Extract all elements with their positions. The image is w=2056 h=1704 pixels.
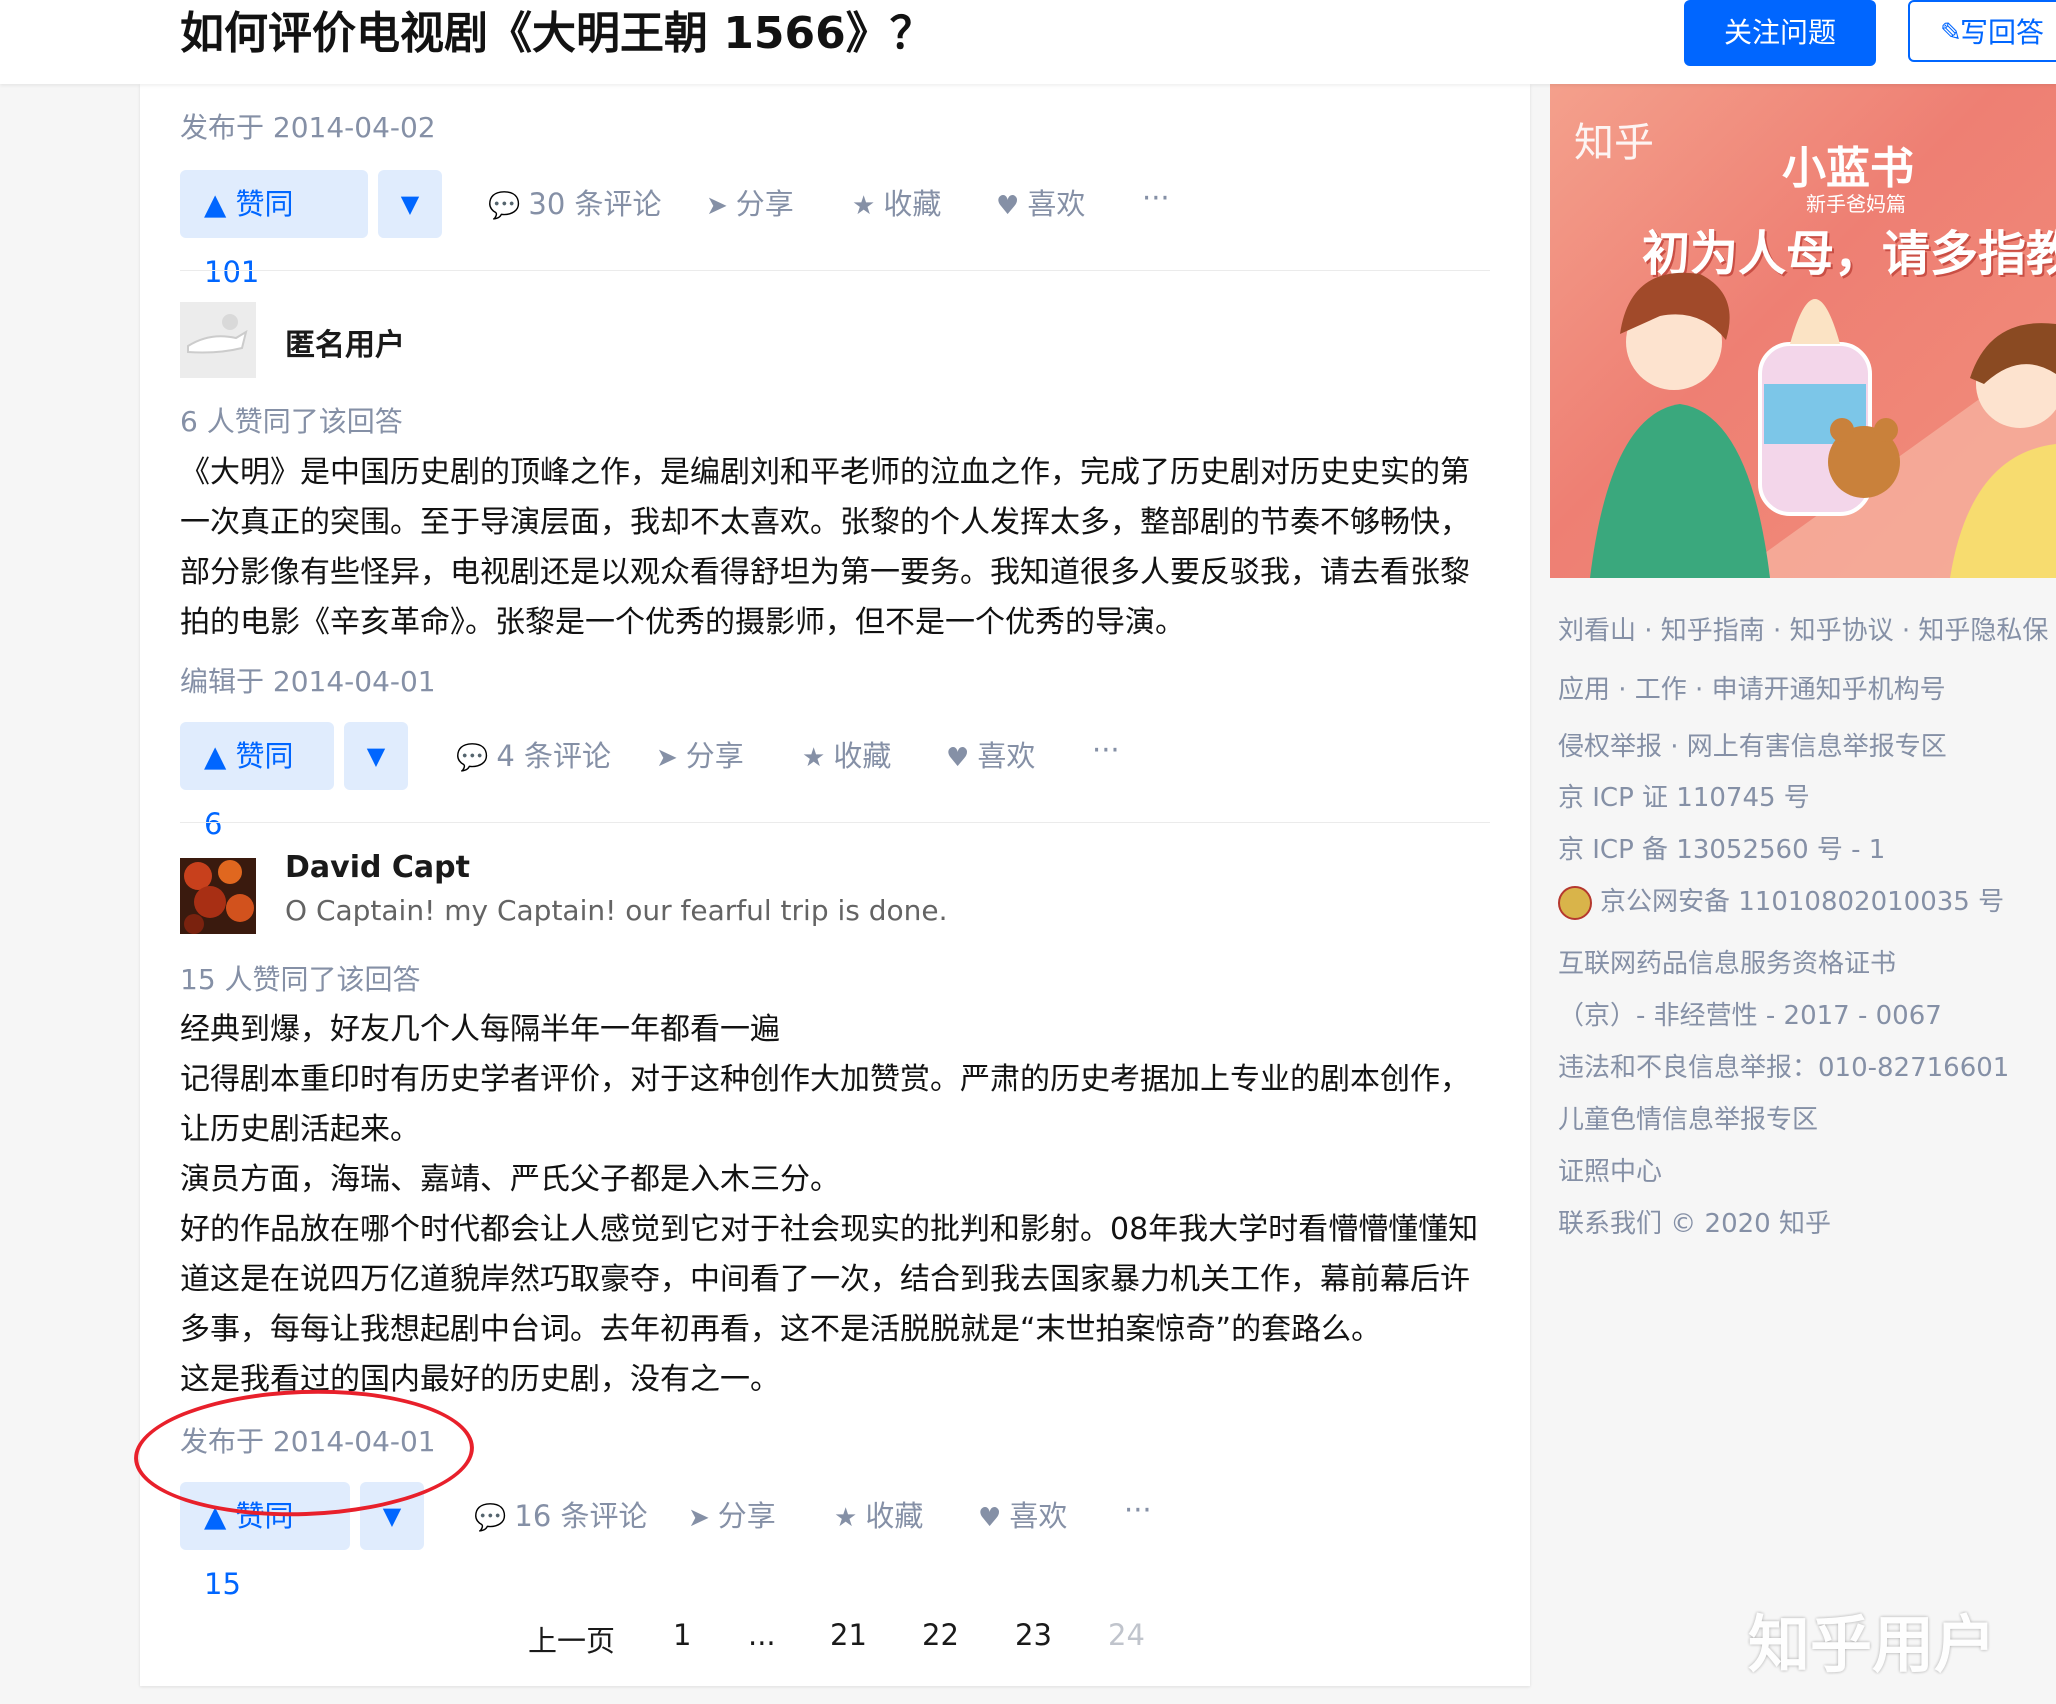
- avatar[interactable]: [180, 302, 256, 378]
- ad-illustration: [1590, 272, 2056, 578]
- like-button[interactable]: ♥ 喜欢: [996, 170, 1085, 240]
- star-icon: ★: [802, 743, 826, 773]
- edit-date[interactable]: 编辑于 2014-04-01: [180, 660, 436, 700]
- paragraph: 多事，每每让我想起剧中台词。去年初再看，这不是活脱脱就是“末世拍案惊奇”的套路么…: [180, 1312, 1382, 1347]
- more-button[interactable]: ···: [1124, 1476, 1152, 1544]
- write-answer-button[interactable]: ✎ 写回答: [1908, 0, 2056, 62]
- comments-button[interactable]: 💬 16 条评论: [474, 1482, 648, 1552]
- divider: [180, 822, 1490, 823]
- like-button[interactable]: ♥ 喜欢: [978, 1482, 1067, 1552]
- divider: [180, 270, 1490, 271]
- police-record[interactable]: 京公网安备 11010802010035 号: [1558, 881, 2004, 920]
- pagination-page[interactable]: 22: [922, 1618, 959, 1652]
- upvote-button[interactable]: ▲ 赞同 6: [180, 722, 334, 841]
- collect-button[interactable]: ★ 收藏: [802, 722, 891, 792]
- heart-icon: ♥: [946, 743, 970, 773]
- more-button[interactable]: ···: [1142, 164, 1170, 232]
- pagination-page[interactable]: 23: [1015, 1618, 1052, 1652]
- downvote-button[interactable]: ▼: [378, 170, 442, 238]
- footer-links-row[interactable]: 刘看山 · 知乎指南 · 知乎协议 · 知乎隐私保: [1558, 610, 2048, 647]
- star-icon: ★: [852, 191, 876, 221]
- answer-list: 发布于 2014-04-02 ▲ 赞同 101 ▼ 💬 30 条评论 ➤ 分享 ★ 收…: [140, 84, 1530, 1686]
- police-badge-icon: [1558, 885, 1592, 920]
- ad-banner[interactable]: 知乎 小蓝书 新手爸妈篇 初为人母，请多指教: [1550, 84, 2056, 578]
- paragraph: 《大明》是中国历史剧的顶峰之作，是编剧刘和平老师的泣血之作，完成了历史剧对历史史…: [180, 455, 1470, 490]
- answer-content: 经典到爆，好友几个人每隔半年一年都看一遍 记得剧本重印时有历史学者评价，对于这种…: [180, 1005, 1490, 1405]
- drug-license-number: （京）- 非经营性 - 2017 - 0067: [1558, 1001, 1942, 1031]
- autumn-leaves-avatar-icon: [180, 858, 256, 934]
- downvote-button[interactable]: ▼: [360, 1482, 424, 1550]
- upvote-button[interactable]: ▲ 赞同 15: [180, 1482, 350, 1601]
- paragraph: 部分影像有些怪异，电视剧还是以观众看得舒坦为第一要务。我知道很多人要反驳我，请去…: [180, 555, 1470, 590]
- pagination-page[interactable]: 21: [830, 1618, 867, 1652]
- anonymous-avatar-icon: [180, 302, 256, 378]
- paragraph: 好的作品放在哪个时代都会让人感觉到它对于社会现实的批判和影射。08年我大学时看懵…: [180, 1212, 1479, 1247]
- paragraph: 演员方面，海瑞、嘉靖、严氏父子都是入木三分。: [180, 1162, 840, 1197]
- paragraph: 拍的电影《辛亥革命》。张黎是一个优秀的摄影师，但不是一个优秀的导演。: [180, 605, 1185, 640]
- share-icon: ➤: [656, 743, 678, 773]
- upvote-label: 赞同 101: [204, 187, 294, 289]
- child-report-link[interactable]: 儿童色情信息举报专区: [1558, 1099, 1818, 1136]
- pagination-current-page: 24: [1108, 1618, 1145, 1652]
- downvote-button[interactable]: ▼: [344, 722, 408, 790]
- paragraph: 经典到爆，好友几个人每隔半年一年都看一遍: [180, 1012, 780, 1047]
- paragraph: 一次真正的突围。至于导演层面，我却不太喜欢。张黎的个人发挥太多，整部剧的节奏不够…: [180, 505, 1470, 540]
- share-icon: ➤: [688, 1503, 710, 1533]
- follow-question-button[interactable]: 关注问题: [1684, 0, 1876, 66]
- answer-content: 《大明》是中国历史剧的顶峰之作，是编剧刘和平老师的泣血之作，完成了历史剧对历史史…: [180, 448, 1490, 648]
- write-answer-label: 写回答: [1960, 16, 2045, 49]
- upvote-label: 赞同 6: [204, 739, 294, 841]
- comments-button[interactable]: 💬 30 条评论: [488, 170, 662, 240]
- upvote-label: 赞同 15: [204, 1499, 294, 1601]
- publish-date[interactable]: 发布于 2014-04-02: [180, 106, 436, 146]
- author-bio: O Captain! my Captain! our fearful trip …: [285, 894, 948, 927]
- upvote-button[interactable]: ▲ 赞同 101: [180, 170, 368, 289]
- share-button[interactable]: ➤ 分享: [656, 722, 744, 792]
- contact-link[interactable]: 联系我们 © 2020 知乎: [1558, 1203, 1831, 1240]
- footer-links-row[interactable]: 应用 · 工作 · 申请开通知乎机构号: [1558, 669, 1946, 706]
- comment-icon: 💬: [456, 743, 489, 773]
- author-name[interactable]: David Capt: [285, 850, 470, 885]
- share-button[interactable]: ➤ 分享: [688, 1482, 776, 1552]
- question-title[interactable]: 如何评价电视剧《大明王朝 1566》？: [180, 4, 934, 64]
- icp-record[interactable]: 京 ICP 备 13052560 号 - 1: [1558, 829, 1885, 866]
- pagination-page[interactable]: 1: [673, 1618, 691, 1652]
- share-button[interactable]: ➤ 分享: [706, 170, 794, 240]
- comments-button[interactable]: 💬 4 条评论: [456, 722, 611, 792]
- upvote-count: 15 人赞同了该回答: [180, 963, 421, 996]
- star-icon: ★: [834, 1503, 858, 1533]
- paragraph: 这是我看过的国内最好的历史剧，没有之一。: [180, 1362, 780, 1397]
- drug-license-link[interactable]: 互联网药品信息服务资格证书: [1558, 943, 1896, 980]
- avatar[interactable]: [180, 858, 256, 934]
- heart-icon: ♥: [996, 191, 1020, 221]
- illegal-report-hotline[interactable]: 违法和不良信息举报：010-82716601: [1558, 1047, 2009, 1084]
- paragraph: 道这是在说四万亿道貌岸然巧取豪夺，中间看了一次，结合到我去国家暴力机关工作，幕前…: [180, 1262, 1470, 1297]
- author-name[interactable]: 匿名用户: [285, 320, 405, 364]
- more-button[interactable]: ···: [1092, 716, 1120, 784]
- pagination-prev[interactable]: 上一页: [528, 1618, 615, 1660]
- comment-icon: 💬: [474, 1503, 507, 1533]
- report-link[interactable]: 侵权举报 · 网上有害信息举报专区: [1558, 726, 1947, 763]
- pagination-ellipsis: ...: [748, 1618, 776, 1652]
- comment-icon: 💬: [488, 191, 521, 221]
- watermark: 知乎用户: [1748, 1608, 1997, 1681]
- heart-icon: ♥: [978, 1503, 1002, 1533]
- publish-date[interactable]: 发布于 2014-04-01: [180, 1420, 436, 1460]
- paragraph: 记得剧本重印时有历史学者评价，对于这种创作大加赞赏。严肃的历史考据加上专业的剧本…: [180, 1062, 1470, 1097]
- pencil-icon: ✎: [1940, 18, 1962, 48]
- share-icon: ➤: [706, 191, 728, 221]
- upvote-count: 6 人赞同了该回答: [180, 405, 403, 438]
- paragraph: 让历史剧活起来。: [180, 1112, 420, 1147]
- license-center-link[interactable]: 证照中心: [1558, 1151, 1662, 1188]
- collect-button[interactable]: ★ 收藏: [834, 1482, 923, 1552]
- icp-license[interactable]: 京 ICP 证 110745 号: [1558, 777, 1810, 814]
- collect-button[interactable]: ★ 收藏: [852, 170, 941, 240]
- question-header: 如何评价电视剧《大明王朝 1566》？ 关注问题 ✎ 写回答: [0, 0, 2056, 84]
- like-button[interactable]: ♥ 喜欢: [946, 722, 1035, 792]
